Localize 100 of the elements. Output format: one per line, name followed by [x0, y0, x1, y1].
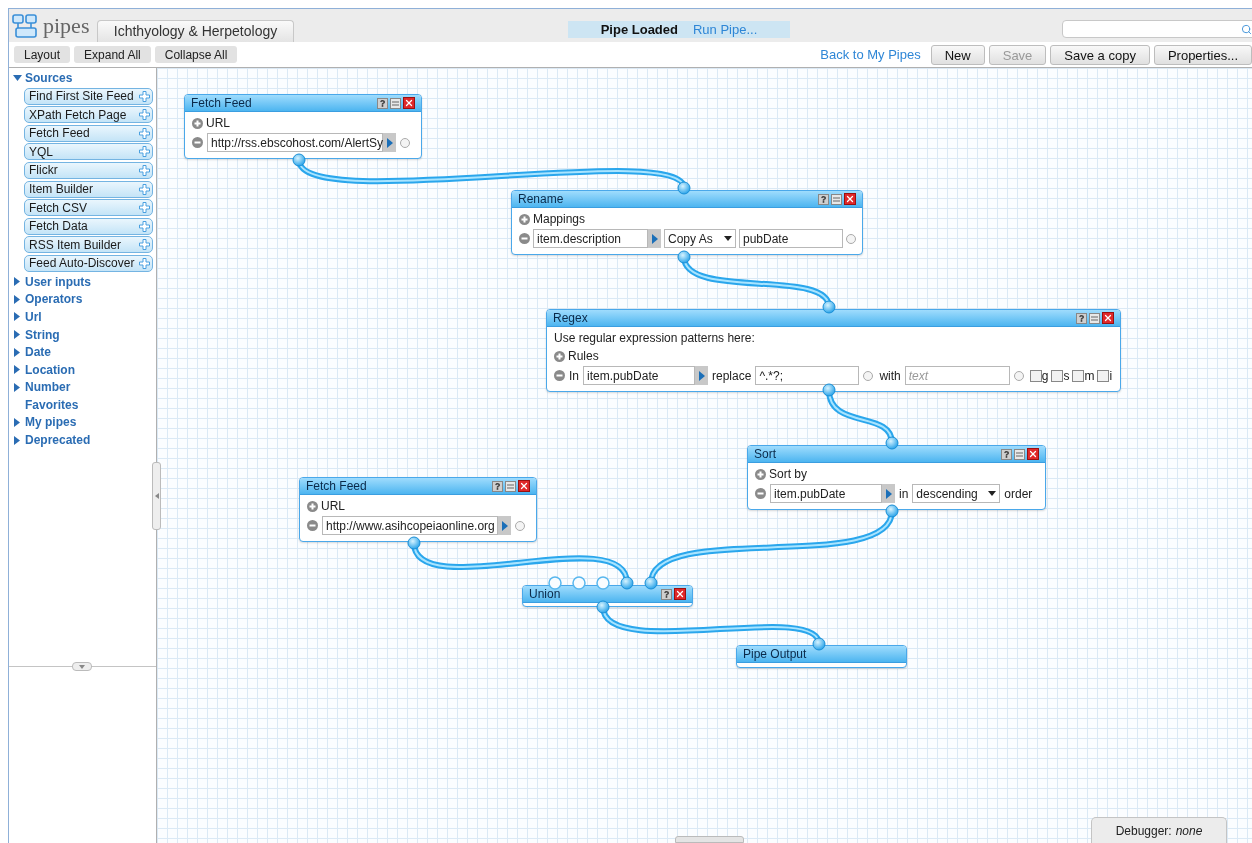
expand-icon[interactable] — [554, 350, 565, 362]
category-toggle[interactable]: Sources — [9, 69, 156, 87]
module-item[interactable]: Find First Site Feed — [24, 87, 153, 105]
module-item[interactable]: Feed Auto-Discover — [24, 254, 153, 272]
expand-icon[interactable] — [755, 468, 766, 480]
module-item[interactable]: Item Builder — [24, 180, 153, 198]
close-icon — [675, 589, 685, 599]
category-toggle[interactable]: Number — [9, 378, 156, 397]
collapse-handle[interactable] — [152, 462, 161, 530]
search-field[interactable] — [1062, 20, 1252, 38]
checkbox[interactable] — [1097, 369, 1110, 382]
help-button[interactable] — [661, 588, 672, 600]
module-title-bar[interactable]: Rename — [512, 191, 862, 208]
module-item[interactable]: Fetch CSV — [24, 199, 153, 217]
help-button[interactable] — [492, 480, 503, 492]
expand-icon[interactable] — [192, 117, 203, 129]
dropdown[interactable]: Copy As — [664, 229, 736, 248]
help-button[interactable] — [377, 97, 388, 109]
module-item[interactable]: Fetch Data — [24, 217, 153, 235]
action-button[interactable]: Properties... — [1153, 44, 1252, 65]
toolbar-button[interactable]: Collapse All — [154, 46, 238, 63]
terminal-icon[interactable] — [515, 520, 525, 531]
remove-icon[interactable] — [307, 520, 318, 531]
terminal-icon[interactable] — [863, 370, 874, 381]
minimize-icon — [1091, 314, 1098, 322]
help-icon — [663, 590, 670, 598]
module-card[interactable]: Pipe Output — [736, 645, 907, 668]
module-item[interactable]: XPath Fetch Page — [24, 106, 153, 124]
field-label: in — [899, 485, 909, 503]
module-item[interactable]: Fetch Feed — [24, 124, 153, 142]
module-card[interactable]: Fetch Feed URL http://www.asihcopeiaonline.org — [299, 477, 537, 542]
remove-icon[interactable] — [755, 488, 766, 499]
debugger-tab[interactable]: Debugger: none — [1091, 817, 1227, 843]
help-button[interactable] — [818, 193, 829, 205]
field-label: with — [879, 367, 901, 385]
toolbar-button[interactable]: Layout — [14, 46, 71, 63]
field-arrow-button[interactable] — [648, 229, 661, 248]
field-arrow-button[interactable] — [383, 133, 396, 152]
field-arrow-button[interactable] — [498, 516, 511, 535]
checkbox[interactable] — [1072, 369, 1085, 382]
close-button[interactable] — [1102, 312, 1114, 324]
field-arrow-button[interactable] — [882, 484, 895, 503]
checkbox[interactable] — [1051, 369, 1064, 382]
text-field[interactable]: pubDate — [739, 229, 843, 248]
splitter-handle[interactable] — [72, 662, 92, 671]
terminal-icon[interactable] — [1013, 370, 1024, 381]
remove-icon[interactable] — [519, 233, 530, 244]
panel-handle[interactable] — [675, 836, 744, 843]
triangle-icon — [501, 520, 508, 531]
text-field[interactable]: item.description — [533, 229, 648, 248]
close-button[interactable] — [844, 193, 856, 205]
module-card[interactable]: Regex Use regular expression patterns here: Rules In item.pubDate replace ^.*?; with text g s m i — [546, 309, 1121, 392]
expand-icon[interactable] — [519, 213, 530, 225]
close-button[interactable] — [1027, 448, 1039, 460]
text-field[interactable]: item.pubDate — [770, 484, 882, 503]
category-toggle[interactable]: Url — [9, 308, 156, 326]
help-button[interactable] — [1001, 448, 1012, 460]
module-title-bar[interactable]: Fetch Feed — [300, 478, 536, 495]
dropdown[interactable]: descending — [912, 484, 1001, 503]
category-toggle[interactable]: Favorites — [9, 396, 156, 414]
terminal-icon[interactable] — [400, 137, 410, 148]
expand-icon[interactable] — [307, 500, 318, 512]
module-card[interactable]: Sort Sort by item.pubDate in descending order — [747, 445, 1046, 510]
category-toggle[interactable]: Operators — [9, 290, 156, 309]
module-card[interactable]: Rename Mappings item.description Copy As pubDate — [511, 190, 863, 255]
toolbar-button[interactable]: Expand All — [74, 46, 151, 63]
back-link[interactable]: Back to My Pipes — [820, 44, 921, 65]
pipe-tab[interactable]: Ichthyology & Herpetology — [97, 20, 294, 42]
category-toggle[interactable]: String — [9, 325, 156, 344]
module-title: Rename — [518, 191, 564, 208]
module-title-bar[interactable]: Regex — [547, 310, 1120, 327]
category-toggle[interactable]: Location — [9, 360, 156, 379]
close-button[interactable] — [518, 480, 530, 492]
module-item[interactable]: YQL — [24, 143, 153, 161]
text-field[interactable]: http://rss.ebscohost.com/AlertSy — [207, 133, 383, 152]
text-field[interactable]: ^.*?; — [755, 366, 860, 385]
terminal-icon[interactable] — [846, 233, 856, 244]
module-item[interactable]: RSS Item Builder — [24, 236, 153, 254]
category-toggle[interactable]: Date — [9, 343, 156, 361]
action-button[interactable]: New — [930, 44, 985, 65]
text-field[interactable]: item.pubDate — [583, 366, 695, 385]
help-button[interactable] — [1076, 312, 1087, 324]
remove-icon[interactable] — [554, 370, 565, 381]
category-toggle[interactable]: Deprecated — [9, 431, 156, 449]
remove-icon[interactable] — [192, 137, 203, 148]
checkbox[interactable] — [1029, 369, 1042, 382]
module-title-bar[interactable]: Pipe Output — [737, 646, 906, 663]
close-button[interactable] — [674, 588, 686, 600]
close-button[interactable] — [403, 97, 415, 109]
category-toggle[interactable]: My pipes — [9, 413, 156, 432]
module-title-bar[interactable]: Fetch Feed — [185, 95, 421, 112]
module-item[interactable]: Flickr — [24, 161, 153, 179]
field-arrow-button[interactable] — [695, 366, 708, 385]
module-title-bar[interactable]: Sort — [748, 446, 1045, 463]
category-toggle[interactable]: User inputs — [9, 272, 156, 291]
status-text: Pipe Loaded — [600, 20, 678, 39]
action-button[interactable]: Save a copy — [1050, 44, 1150, 65]
module-card[interactable]: Fetch Feed URL http://rss.ebscohost.com/AlertSy — [184, 94, 422, 159]
text-field[interactable]: text — [904, 366, 1010, 385]
text-field[interactable]: http://www.asihcopeiaonline.org — [322, 516, 498, 535]
